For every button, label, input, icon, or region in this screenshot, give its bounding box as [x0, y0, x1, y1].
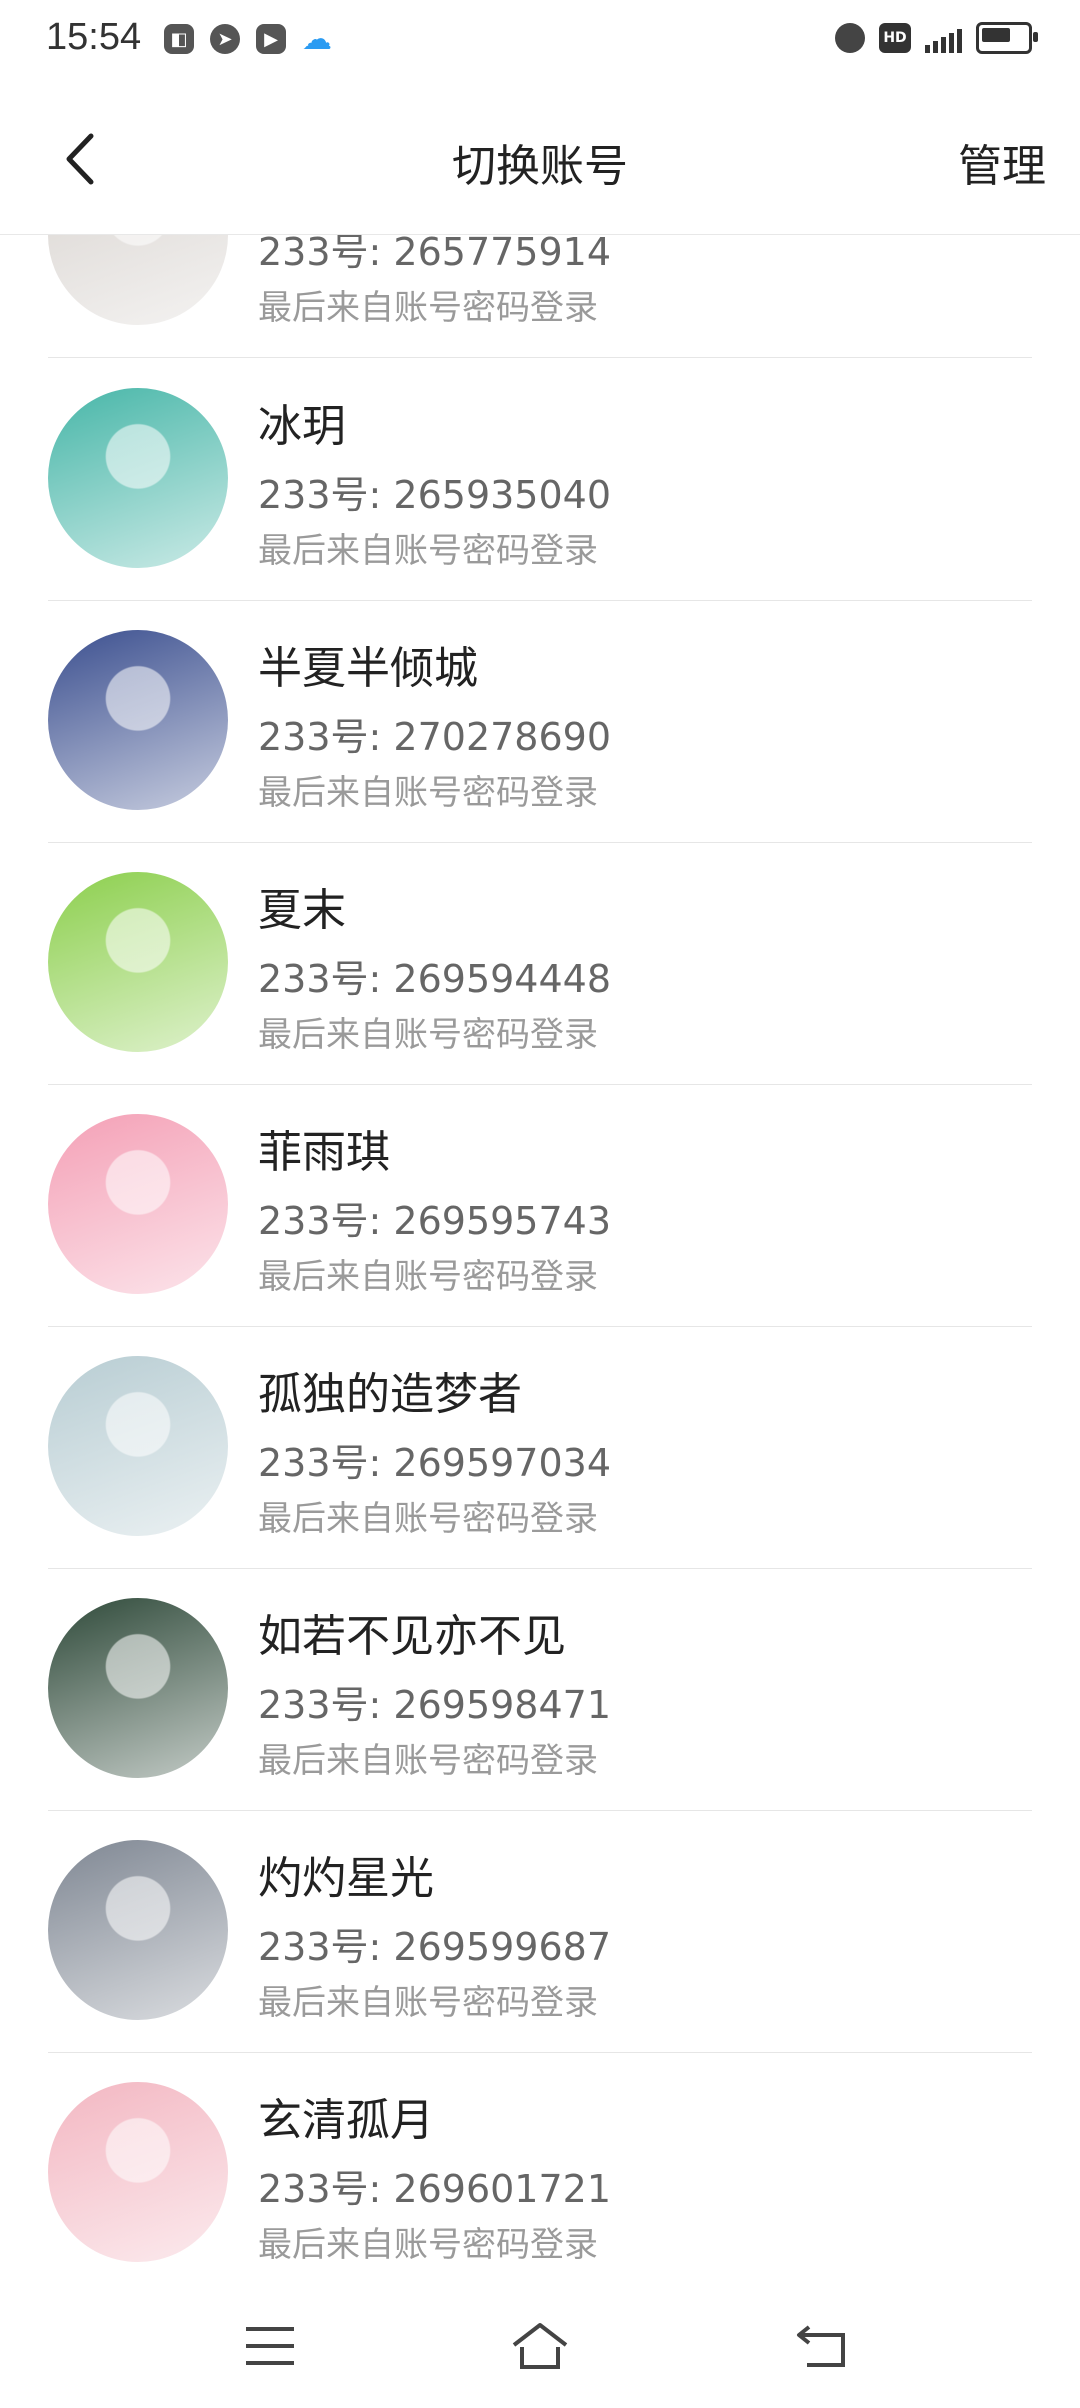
- status-bar: 15:54 ◧ ➤ ▶ ☁ HD: [0, 0, 1080, 84]
- account-item[interactable]: 夏末 233号: 269594448 最后来自账号密码登录: [48, 842, 1032, 1085]
- home-button[interactable]: [505, 2316, 575, 2376]
- manage-button[interactable]: 管理: [958, 130, 1046, 194]
- account-list: 233号: 265775914 最后来自账号密码登录 冰玥 233号: 2659…: [0, 235, 1080, 2275]
- account-item[interactable]: 233号: 265775914 最后来自账号密码登录: [48, 235, 1032, 358]
- app-icon: ◧: [164, 24, 194, 54]
- login-method: 最后来自账号密码登录: [258, 1499, 598, 1539]
- account-name: 灼灼星光: [258, 1853, 434, 1904]
- avatar: [48, 2082, 228, 2262]
- avatar: [48, 630, 228, 810]
- account-name: 如若不见亦不见: [258, 1611, 566, 1662]
- login-method: 最后来自账号密码登录: [258, 1015, 598, 1055]
- status-icons-left: ◧ ➤ ▶ ☁: [164, 21, 332, 57]
- account-name: 夏末: [258, 885, 346, 936]
- home-icon: [512, 2323, 568, 2369]
- account-id: 233号: 269601721: [258, 2167, 612, 2211]
- login-method: 最后来自账号密码登录: [258, 1741, 598, 1781]
- account-id: 233号: 269595743: [258, 1199, 612, 1243]
- avatar: [48, 872, 228, 1052]
- battery-icon: [976, 22, 1038, 54]
- account-id: 233号: 269594448: [258, 957, 612, 1001]
- account-item[interactable]: 半夏半倾城 233号: 270278690 最后来自账号密码登录: [48, 600, 1032, 843]
- account-item[interactable]: 菲雨琪 233号: 269595743 最后来自账号密码登录: [48, 1084, 1032, 1327]
- account-id: 233号: 269599687: [258, 1925, 612, 1969]
- login-method: 最后来自账号密码登录: [258, 2225, 598, 2265]
- account-item[interactable]: 孤独的造梦者 233号: 269597034 最后来自账号密码登录: [48, 1326, 1032, 1569]
- login-method: 最后来自账号密码登录: [258, 1257, 598, 1297]
- avatar: [48, 1840, 228, 2020]
- login-method: 最后来自账号密码登录: [258, 773, 598, 813]
- login-method: 最后来自账号密码登录: [258, 531, 598, 571]
- system-nav-bar: [0, 2280, 1080, 2408]
- cloud-icon: ☁: [302, 21, 332, 57]
- account-name: 孤独的造梦者: [258, 1369, 522, 1420]
- menu-icon: [246, 2327, 294, 2365]
- header: 切换账号 管理: [0, 84, 1080, 235]
- account-name: 玄清孤月: [258, 2095, 434, 2146]
- status-time: 15:54: [46, 16, 142, 58]
- avatar: [48, 235, 228, 325]
- avatar: [48, 388, 228, 568]
- avatar: [48, 1114, 228, 1294]
- menu-button[interactable]: [235, 2316, 305, 2376]
- play-icon: ▶: [256, 24, 286, 54]
- account-name: 菲雨琪: [258, 1127, 390, 1178]
- login-method: 最后来自账号密码登录: [258, 1983, 598, 2023]
- back-icon: [797, 2325, 845, 2367]
- compass-icon: ➤: [210, 24, 240, 54]
- account-id: 233号: 270278690: [258, 715, 612, 759]
- account-item[interactable]: 冰玥 233号: 265935040 最后来自账号密码登录: [48, 358, 1032, 601]
- page-title: 切换账号: [452, 141, 628, 192]
- back-nav-button[interactable]: [788, 2316, 858, 2376]
- alarm-icon: [835, 23, 865, 53]
- account-name: 半夏半倾城: [258, 643, 478, 694]
- avatar: [48, 1598, 228, 1778]
- account-id: 233号: 269598471: [258, 1683, 612, 1727]
- hd-icon: HD: [879, 23, 911, 53]
- status-icons-right: HD: [835, 22, 1038, 54]
- account-item[interactable]: 灼灼星光 233号: 269599687 最后来自账号密码登录: [48, 1810, 1032, 2053]
- account-item[interactable]: 玄清孤月 233号: 269601721 最后来自账号密码登录: [48, 2052, 1032, 2275]
- account-item[interactable]: 如若不见亦不见 233号: 269598471 最后来自账号密码登录: [48, 1568, 1032, 1811]
- account-id: 233号: 269597034: [258, 1441, 612, 1485]
- avatar: [48, 1356, 228, 1536]
- account-id: 233号: 265935040: [258, 473, 612, 517]
- account-id: 233号: 265775914: [258, 235, 612, 274]
- login-method: 最后来自账号密码登录: [258, 288, 598, 328]
- signal-5g-icon: [925, 23, 962, 53]
- account-name: 冰玥: [258, 401, 346, 452]
